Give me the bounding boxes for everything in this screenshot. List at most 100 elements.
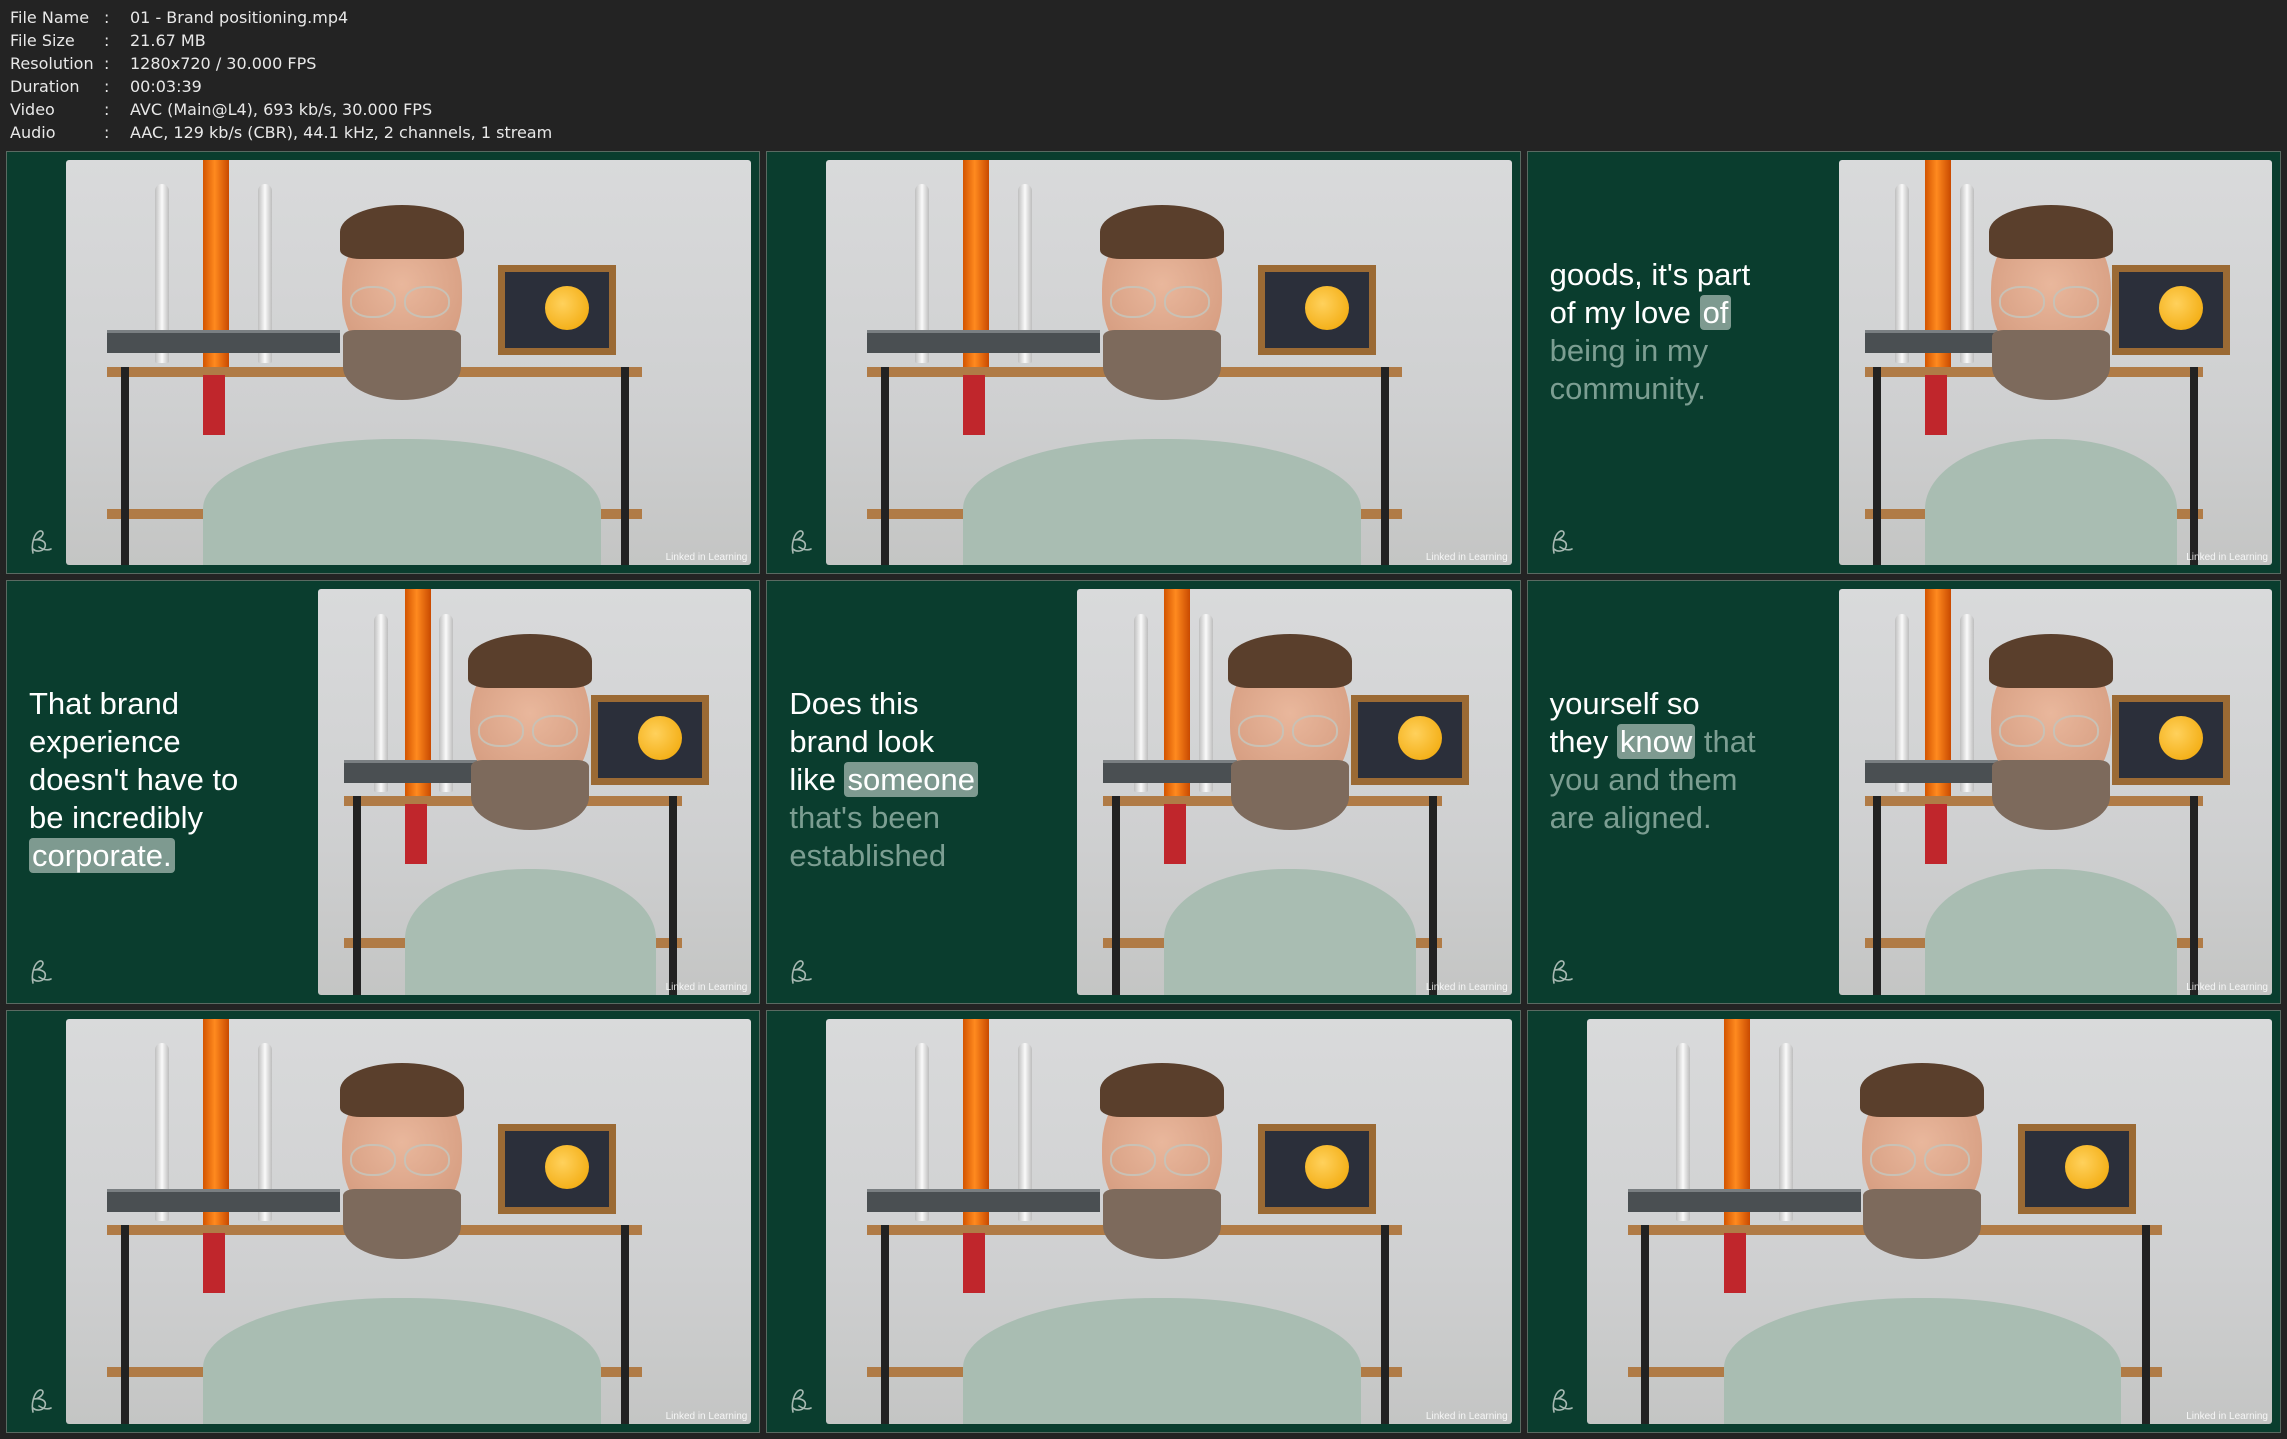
video-scene (66, 1018, 751, 1424)
red-book (1925, 374, 1948, 435)
linkedin-learning-watermark: Linked in Learning (1425, 552, 1508, 564)
rocket-launch-base (107, 330, 341, 354)
video-frame: Linked in Learning (66, 160, 752, 566)
file-info-label: Video (10, 100, 55, 119)
video-frame: Linked in Learning (826, 1018, 1512, 1424)
person-shirt (203, 1298, 601, 1424)
rocket-launch-base (1627, 1188, 1861, 1212)
file-info-value: AAC, 129 kb/s (CBR), 44.1 kHz, 2 channel… (130, 123, 553, 142)
red-book (963, 374, 986, 435)
person-beard (1103, 330, 1222, 397)
red-book (1925, 804, 1948, 865)
subtitle-caption: yourself so they know that you and them are… (1550, 685, 1830, 837)
shelf-leg (1873, 366, 1882, 566)
file-info-separator: : (104, 31, 110, 50)
rocket-launch-base (1864, 759, 2012, 783)
file-info-value: AVC (Main@L4), 693 kb/s, 30.000 FPS (130, 100, 433, 119)
person-glasses (1998, 285, 2099, 320)
planet-image (544, 286, 589, 331)
caption-text: established (789, 838, 947, 874)
video-thumbnail: Does this brand look like someone that's be… (766, 580, 1521, 1004)
signature-logo-icon (25, 957, 55, 987)
caption-text: community. (1549, 371, 1706, 406)
caption-text: experience (29, 724, 181, 760)
video-scene (1587, 1018, 2272, 1424)
planet-image (1397, 715, 1442, 760)
video-thumbnail: Linked in Learning (6, 1009, 761, 1433)
file-info-label: Audio (10, 123, 56, 142)
person-shirt (203, 439, 601, 566)
person-shirt (404, 868, 656, 995)
red-book (203, 374, 226, 435)
person-shirt (963, 439, 1361, 566)
file-info-value: 21.67 MB (130, 31, 206, 50)
shelf-leg (120, 366, 129, 566)
planet-image (544, 1145, 589, 1190)
shelf-leg (1429, 796, 1438, 995)
linkedin-learning-watermark: Linked in Learning (665, 981, 748, 993)
caption-text: be incredibly (29, 800, 204, 836)
linkedin-learning-watermark: Linked in Learning (2186, 981, 2268, 993)
signature-logo-icon (1546, 957, 1576, 987)
person-hair (1988, 204, 2113, 259)
linkedin-learning-watermark: Linked in Learning (1425, 981, 1508, 993)
signature-logo-icon (1546, 527, 1576, 557)
video-frame: Linked in Learning (826, 160, 1512, 566)
space-painting (2111, 694, 2230, 785)
caption-text: are aligned. (1549, 800, 1712, 836)
person-glasses (349, 1144, 450, 1178)
planet-image (2158, 286, 2203, 331)
thumbnail-grid: Linked in Learning Linked in Learning good… (6, 151, 2281, 1433)
person-glasses (349, 285, 450, 320)
red-book (203, 1233, 226, 1294)
caption-text: Does this (789, 686, 919, 722)
file-info-separator: : (104, 123, 110, 142)
file-info-separator: : (104, 8, 110, 27)
space-painting (1258, 265, 1377, 356)
video-scene (1839, 160, 2272, 566)
space-painting (497, 1124, 616, 1215)
shelf-leg (352, 796, 361, 995)
planet-image (1305, 1145, 1350, 1190)
person-glasses (478, 714, 579, 749)
caption-text: goods, it's part (1549, 257, 1751, 292)
video-thumbnail: Linked in Learning (1526, 1009, 2281, 1433)
space-painting (1258, 1124, 1377, 1215)
person-glasses (1238, 714, 1339, 749)
space-painting (2111, 265, 2230, 356)
person-beard (1991, 330, 2110, 397)
caption-text: brand look (789, 724, 935, 760)
subtitle-caption: goods, it's part of my love of being in my… (1550, 256, 1830, 408)
file-info-label: File Size (10, 31, 75, 50)
video-thumbnail: Linked in Learning (766, 1009, 1521, 1433)
video-scene (318, 589, 751, 995)
file-info-row: Video : AVC (Main@L4), 693 kb/s, 30.000 … (10, 98, 552, 121)
caption-text: of my love (1549, 295, 1691, 330)
person-shirt (1164, 868, 1417, 995)
caption-text: yourself so (1549, 686, 1700, 722)
file-info-value: 01 - Brand positioning.mp4 (130, 8, 349, 27)
signature-logo-icon (25, 527, 55, 557)
caption-text: like (789, 762, 836, 798)
shelf-leg (2189, 796, 2198, 995)
rocket-launch-base (107, 1188, 341, 1212)
person-hair (1860, 1063, 1985, 1118)
person-beard (1103, 1188, 1222, 1255)
video-thumbnail: Linked in Learning (6, 151, 761, 575)
video-frame: Linked in Learning (1077, 589, 1512, 995)
video-frame: Linked in Learning (66, 1018, 752, 1424)
file-info-value: 1280x720 / 30.000 FPS (130, 54, 317, 73)
file-info-label: Duration (10, 77, 80, 96)
person-beard (1863, 1188, 1982, 1255)
person-beard (342, 1188, 461, 1255)
shelf-leg (120, 1225, 129, 1424)
person-hair (339, 204, 464, 259)
shelf-leg (1873, 796, 1882, 995)
space-painting (497, 265, 616, 356)
person-hair (339, 1063, 464, 1118)
file-info-value: 00:03:39 (130, 77, 202, 96)
linkedin-learning-watermark: Linked in Learning (1425, 1411, 1508, 1422)
linkedin-learning-watermark: Linked in Learning (2186, 552, 2268, 564)
video-frame: Linked in Learning (1838, 160, 2272, 566)
caption-text: they (1549, 724, 1609, 760)
